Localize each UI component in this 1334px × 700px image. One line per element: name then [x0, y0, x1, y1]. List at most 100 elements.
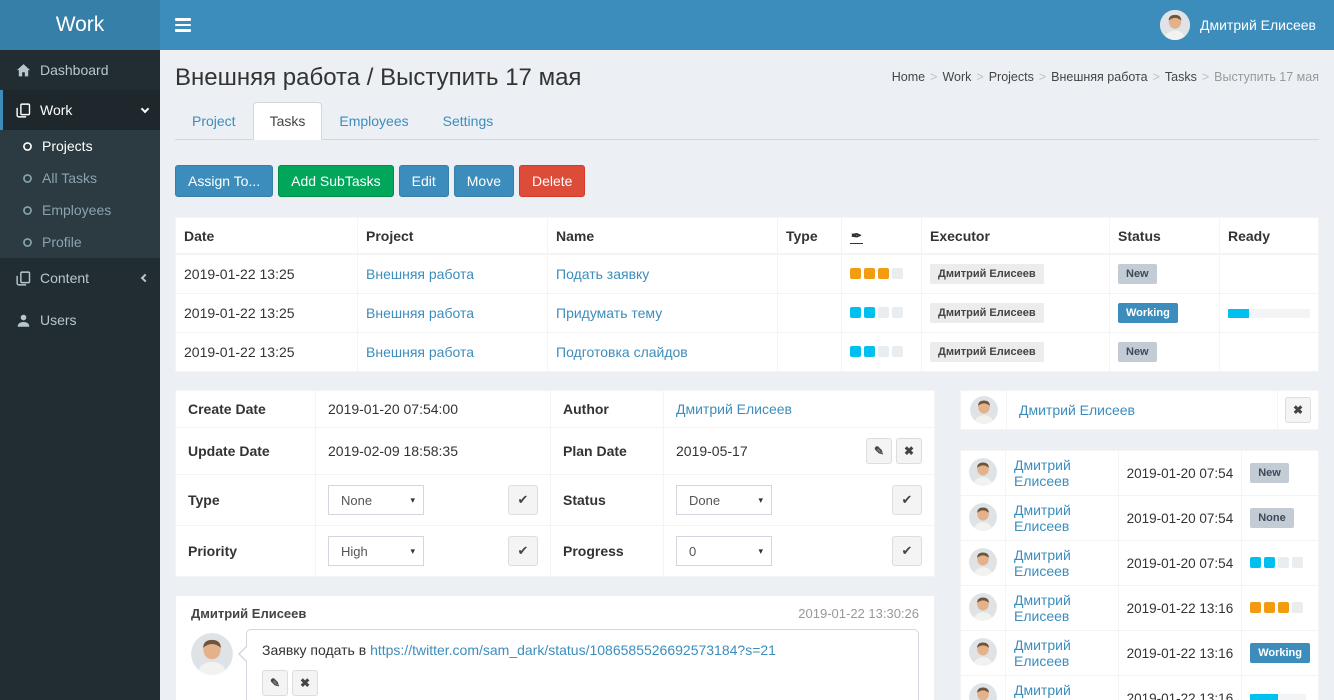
- project-link[interactable]: Внешняя работа: [366, 344, 474, 360]
- sidebar-item-projects[interactable]: Projects: [0, 130, 160, 162]
- breadcrumb-link[interactable]: Projects: [989, 70, 1034, 84]
- activity-row: Дмитрий Елисеев2019-01-20 07:54New: [961, 451, 1319, 496]
- detail-value-type: None ▾ ✔: [316, 475, 551, 526]
- task-project-cell: Внешняя работа: [358, 333, 548, 372]
- tab-tasks[interactable]: Tasks: [253, 102, 323, 140]
- priority-square: [1292, 557, 1303, 568]
- tab-settings[interactable]: Settings: [426, 102, 511, 140]
- comment-link[interactable]: https://twitter.com/sam_dark/status/1086…: [370, 642, 776, 658]
- breadcrumb-separator: >: [930, 70, 937, 84]
- remove-assignee-button[interactable]: ✖: [1285, 397, 1311, 423]
- user-link[interactable]: Дмитрий Елисеев: [1014, 637, 1071, 669]
- status-badge: Working: [1118, 303, 1178, 323]
- edit-plan-date-button[interactable]: ✎: [866, 438, 892, 464]
- progress-fill: [1250, 694, 1278, 700]
- tasks-table: Date Project Name Type ✒ Executor Status…: [175, 217, 1319, 372]
- progress-select[interactable]: 0 ▾: [676, 536, 772, 566]
- sidebar-item-dashboard[interactable]: Dashboard: [0, 50, 160, 90]
- sidebar-item-users[interactable]: Users: [0, 300, 160, 340]
- task-name-cell: Придумать тему: [548, 294, 778, 333]
- activity-user-cell: Дмитрий Елисеев: [1006, 541, 1119, 586]
- task-name-cell: Подать заявку: [548, 254, 778, 294]
- circle-icon: [22, 173, 33, 184]
- column-header-status: Status: [1110, 218, 1220, 255]
- breadcrumb-link[interactable]: Tasks: [1165, 70, 1197, 84]
- user-link[interactable]: Дмитрий Елисеев: [1014, 457, 1071, 489]
- column-header-project: Project: [358, 218, 548, 255]
- priority-squares: [1250, 557, 1303, 568]
- priority-pen-icon[interactable]: ✒: [850, 229, 863, 244]
- apply-type-button[interactable]: ✔: [508, 485, 538, 515]
- tab-employees[interactable]: Employees: [322, 102, 425, 140]
- comment-author: Дмитрий Елисеев: [191, 606, 306, 621]
- person-icon: [16, 313, 31, 328]
- detail-label-plan-date: Plan Date: [551, 428, 664, 475]
- copy-icon: [16, 103, 31, 118]
- user-avatar: [1160, 10, 1190, 40]
- delete-comment-button[interactable]: ✖: [292, 670, 318, 696]
- user-link[interactable]: Дмитрий Елисеев: [1014, 682, 1071, 700]
- status-badge: New: [1118, 264, 1157, 284]
- assignee-link[interactable]: Дмитрий Елисеев: [1019, 402, 1135, 418]
- tab-project[interactable]: Project: [175, 102, 253, 140]
- sidebar-item-employees[interactable]: Employees: [0, 194, 160, 226]
- task-type-cell: [778, 254, 842, 294]
- sidebar-item-content[interactable]: Content: [0, 258, 160, 298]
- tasks-table-body: 2019-01-22 13:25 Внешняя работа Подать зая…: [176, 254, 1319, 372]
- assignee-avatar-cell: [961, 391, 1007, 429]
- sidebar-toggle-button[interactable]: [160, 0, 206, 50]
- activity-time-cell: 2019-01-22 13:16: [1118, 586, 1242, 631]
- author-link[interactable]: Дмитрий Елисеев: [676, 401, 792, 417]
- task-link[interactable]: Подготовка слайдов: [556, 344, 688, 360]
- move-button[interactable]: Move: [454, 165, 514, 197]
- detail-value-priority: High ▾ ✔: [316, 526, 551, 577]
- page-title: Внешняя работа / Выступить 17 мая: [175, 64, 581, 92]
- clear-plan-date-button[interactable]: ✖: [896, 438, 922, 464]
- edit-comment-button[interactable]: ✎: [262, 670, 288, 696]
- project-link[interactable]: Внешняя работа: [366, 305, 474, 321]
- user-link[interactable]: Дмитрий Елисеев: [1014, 547, 1071, 579]
- add-subtasks-button[interactable]: Add SubTasks: [278, 165, 394, 197]
- priority-square: [892, 346, 903, 357]
- sidebar-item-work[interactable]: Work: [0, 90, 160, 130]
- task-date-cell: 2019-01-22 13:25: [176, 294, 358, 333]
- task-link[interactable]: Подать заявку: [556, 266, 649, 282]
- user-name: Дмитрий Елисеев: [1200, 17, 1316, 33]
- user-link[interactable]: Дмитрий Елисеев: [1014, 502, 1071, 534]
- sidebar-item-profile[interactable]: Profile: [0, 226, 160, 258]
- top-navbar: Work Дмитрий Елисеев: [0, 0, 1334, 50]
- user-link[interactable]: Дмитрий Елисеев: [1014, 592, 1071, 624]
- breadcrumb-link[interactable]: Home: [892, 70, 925, 84]
- brand-logo[interactable]: Work: [0, 0, 160, 50]
- task-link[interactable]: Придумать тему: [556, 305, 662, 321]
- apply-priority-button[interactable]: ✔: [508, 536, 538, 566]
- breadcrumb-link[interactable]: Внешняя работа: [1051, 70, 1147, 84]
- status-select[interactable]: Done ▾: [676, 485, 772, 515]
- project-link[interactable]: Внешняя работа: [366, 266, 474, 282]
- type-select[interactable]: None ▾: [328, 485, 424, 515]
- user-menu[interactable]: Дмитрий Елисеев: [1150, 0, 1326, 50]
- column-header-executor: Executor: [922, 218, 1110, 255]
- user-avatar: [969, 683, 997, 700]
- edit-button[interactable]: Edit: [399, 165, 449, 197]
- detail-label-create-date: Create Date: [176, 391, 316, 428]
- activity-change-cell: None: [1242, 496, 1319, 541]
- sidebar-item-all-tasks[interactable]: All Tasks: [0, 162, 160, 194]
- priority-squares: [850, 307, 903, 318]
- activity-row: Дмитрий Елисеев2019-01-22 13:16Working: [961, 631, 1319, 676]
- assign-to-button[interactable]: Assign To...: [175, 165, 273, 197]
- apply-status-button[interactable]: ✔: [892, 485, 922, 515]
- tab-bar: Project Tasks Employees Settings: [175, 102, 1319, 140]
- activity-change-cell: [1242, 676, 1319, 700]
- caret-down-icon: ▾: [758, 546, 763, 557]
- progress-bar: [1228, 309, 1310, 318]
- apply-progress-button[interactable]: ✔: [892, 536, 922, 566]
- detail-value-progress: 0 ▾ ✔: [664, 526, 935, 577]
- priority-select-value: High: [341, 544, 368, 559]
- priority-select[interactable]: High ▾: [328, 536, 424, 566]
- breadcrumb-link[interactable]: Work: [942, 70, 971, 84]
- priority-square: [878, 307, 889, 318]
- activity-user-cell: Дмитрий Елисеев: [1006, 496, 1119, 541]
- detail-label-progress: Progress: [551, 526, 664, 577]
- delete-button[interactable]: Delete: [519, 165, 585, 197]
